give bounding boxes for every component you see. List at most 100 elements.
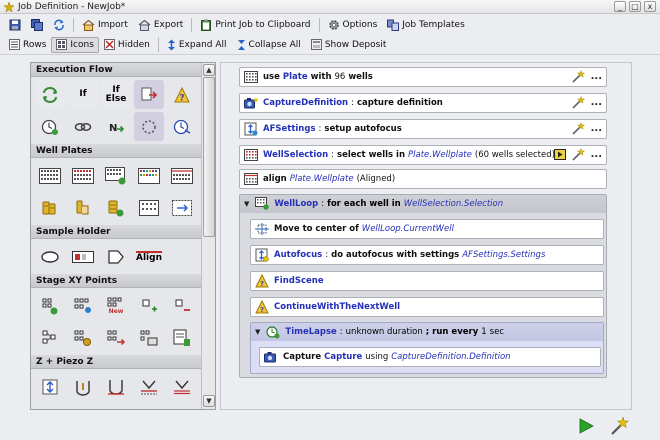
xy-tile-9[interactable] — [134, 323, 164, 352]
if-else-tile[interactable]: If Else — [101, 80, 131, 109]
save-button[interactable] — [4, 17, 26, 33]
wand-icon[interactable] — [572, 122, 585, 135]
wand-icon[interactable] — [572, 70, 585, 83]
autofocus-icon — [255, 248, 269, 262]
timelapse-tile[interactable] — [167, 112, 197, 141]
more-button[interactable]: ... — [591, 149, 602, 160]
camera-icon — [264, 350, 278, 364]
print-job-button[interactable]: Print Job to Clipboard — [195, 17, 315, 33]
palette-scrollbar[interactable]: ▲ ▼ — [201, 63, 215, 409]
hidden-view-button[interactable]: Hidden — [99, 37, 155, 53]
section-execution-flow: Execution Flow — [31, 63, 201, 77]
ellipse-holder-tile[interactable] — [35, 242, 65, 271]
plate-tile-5[interactable] — [167, 161, 197, 190]
more-button[interactable]: ... — [591, 123, 602, 134]
no-tile[interactable]: N — [101, 112, 131, 141]
plate-tile-8[interactable] — [101, 193, 131, 222]
job-row-capture-definition[interactable]: CaptureDefinition : capture definition .… — [239, 93, 607, 113]
job-row-move-center[interactable]: Move to center of WellLoop.CurrentWell — [250, 219, 604, 239]
job-row-align[interactable]: align Plate.Wellplate (Aligned) — [239, 169, 607, 189]
maximize-button[interactable]: □ — [629, 1, 641, 12]
import-button[interactable]: Import — [77, 17, 133, 33]
refresh-button[interactable] — [48, 17, 70, 33]
minimize-button[interactable]: _ — [614, 1, 626, 12]
row-reference: CaptureDefinition.Definition — [391, 352, 511, 362]
loop-tile[interactable] — [35, 80, 65, 109]
chain-tile[interactable] — [68, 112, 98, 141]
wand-icon[interactable] — [572, 96, 585, 109]
close-button[interactable]: x — [644, 1, 656, 12]
if-tile[interactable]: If — [68, 80, 98, 109]
time-lapse-header[interactable]: ▼ TimeLapse : unknown duration ; run eve… — [251, 323, 603, 341]
icons-view-button[interactable]: Icons — [51, 36, 99, 53]
plate-tile-9[interactable] — [134, 193, 164, 222]
options-button[interactable]: Options — [323, 17, 383, 33]
align-holder-tile[interactable]: Align — [134, 242, 164, 271]
row-reference: Plate.Wellplate — [408, 150, 472, 160]
z-tile-5[interactable] — [167, 372, 197, 401]
plate-tile-1[interactable] — [35, 161, 65, 190]
job-row-continue[interactable]: ? ContinueWithTheNextWell — [250, 297, 604, 317]
xy-tile-7[interactable] — [68, 323, 98, 352]
more-button[interactable]: ... — [591, 97, 602, 108]
well-loop-group: ▼ WellLoop : for each well in WellSelect… — [239, 194, 607, 378]
collapse-all-button[interactable]: Collapse All — [232, 37, 306, 53]
xy-tile-8[interactable] — [101, 323, 131, 352]
save-as-button[interactable] — [26, 17, 48, 33]
xy-tile-5[interactable] — [167, 291, 197, 320]
z-autofocus-icon — [42, 379, 58, 394]
plate-tile-10[interactable] — [167, 193, 197, 222]
job-row-autofocus[interactable]: Autofocus : do autofocus with settings A… — [250, 245, 604, 265]
more-button[interactable]: ... — [591, 71, 602, 82]
xy-tile-2[interactable] — [68, 291, 98, 320]
job-row-capture[interactable]: Capture Capture using CaptureDefinition.… — [259, 347, 601, 367]
xy-tile-10[interactable] — [167, 323, 197, 352]
scroll-down-button[interactable]: ▼ — [203, 395, 215, 407]
scroll-up-button[interactable]: ▲ — [203, 64, 215, 76]
collapse-triangle-icon[interactable]: ▼ — [244, 200, 249, 208]
question-tile[interactable]: ? — [167, 80, 197, 109]
subroutine-tile[interactable] — [134, 80, 164, 109]
xy-tile-1[interactable] — [35, 291, 65, 320]
plate-tile-2[interactable] — [68, 161, 98, 190]
job-row-find-scene[interactable]: ? FindScene — [250, 271, 604, 291]
xy-tile-4[interactable] — [134, 291, 164, 320]
expand-all-button[interactable]: Expand All — [162, 37, 232, 53]
wellplate-loop-icon — [255, 197, 270, 211]
xy-tile-3[interactable]: New — [101, 291, 131, 320]
plate-tile-3[interactable] — [101, 161, 131, 190]
z-tile-2[interactable] — [68, 372, 98, 401]
job-templates-button[interactable]: Job Templates — [382, 17, 470, 33]
scroll-thumb[interactable] — [203, 77, 215, 237]
xy-tile-6[interactable] — [35, 323, 65, 352]
show-deposit-button[interactable]: Show Deposit — [306, 37, 392, 53]
run-play-icon[interactable] — [578, 418, 594, 434]
well-loop-header[interactable]: ▼ WellLoop : for each well in WellSelect… — [240, 195, 606, 213]
job-row-plate[interactable]: use Plate with 96 wells ... — [239, 67, 607, 87]
section-sample-holder: Sample Holder — [31, 225, 201, 239]
plate-tile-4[interactable] — [134, 161, 164, 190]
plate-tile-7[interactable] — [68, 193, 98, 222]
z-tile-4[interactable] — [134, 372, 164, 401]
z-tile-3[interactable] — [101, 372, 131, 401]
wizard-wand-icon[interactable] — [610, 416, 630, 436]
row-keyword: with — [310, 72, 332, 82]
slide-holder-tile[interactable] — [68, 242, 98, 271]
plate-tile-6[interactable] — [35, 193, 65, 222]
job-row-well-selection[interactable]: WellSelection : select wells in Plate.We… — [239, 145, 607, 165]
shape-holder-tile[interactable] — [101, 242, 131, 271]
z-tile-1[interactable] — [35, 372, 65, 401]
wellplate-red-icon — [72, 167, 94, 184]
rows-view-button[interactable]: Rows — [4, 37, 51, 53]
wellplate-red-icon — [244, 148, 258, 162]
section-well-plates: Well Plates — [31, 144, 201, 158]
xy-loop-icon — [42, 298, 58, 314]
play-box-icon[interactable] — [553, 149, 566, 160]
timer-tile[interactable] — [35, 112, 65, 141]
sample-holder-grid: Align — [31, 239, 201, 274]
export-button[interactable]: Export — [133, 17, 188, 33]
wand-icon[interactable] — [572, 148, 585, 161]
collapse-triangle-icon[interactable]: ▼ — [255, 328, 260, 336]
job-row-af-settings[interactable]: AFSettings : setup autofocus ... — [239, 119, 607, 139]
wait-tile[interactable] — [134, 112, 164, 141]
